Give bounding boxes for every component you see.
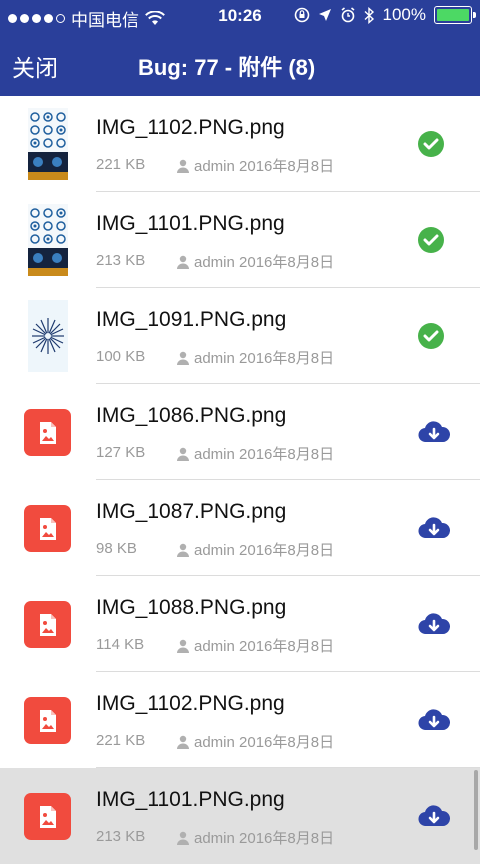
uploader-date: admin 2016年8月8日 [194, 350, 335, 367]
file-meta: admin 2016年8月8日 [176, 539, 334, 560]
uploader-date: admin 2016年8月8日 [194, 638, 335, 655]
file-name: IMG_1087.PNG.png [96, 500, 287, 523]
file-meta: admin 2016年8月8日 [176, 251, 334, 272]
file-size: 221 KB [96, 732, 146, 749]
file-size: 221 KB [96, 156, 146, 173]
uploader-date: admin 2016年8月8日 [194, 830, 335, 847]
uploader-date: admin 2016年8月8日 [194, 542, 335, 559]
battery-icon [434, 6, 476, 24]
cloud-download-icon[interactable] [418, 417, 450, 447]
attachment-row[interactable]: IMG_1102.PNG.png 221 KB admin 2016年8月8日 [0, 672, 480, 768]
page-title: Bug: 77 - 附件 (8) [138, 55, 316, 80]
scrollbar[interactable] [474, 770, 478, 850]
image-file-icon [24, 697, 71, 744]
cloud-download-icon[interactable] [418, 513, 450, 543]
image-file-icon [24, 793, 71, 840]
file-name: IMG_1086.PNG.png [96, 404, 287, 427]
user-icon [177, 351, 189, 365]
file-name: IMG_1102.PNG.png [96, 692, 285, 715]
attachment-row[interactable]: IMG_1087.PNG.png 98 KB admin 2016年8月8日 [0, 480, 480, 576]
cloud-download-icon[interactable] [418, 705, 450, 735]
user-icon [177, 255, 189, 269]
uploader-date: admin 2016年8月8日 [194, 734, 335, 751]
orientation-lock-icon [294, 7, 309, 23]
file-meta: admin 2016年8月8日 [176, 635, 334, 656]
cloud-download-icon[interactable] [418, 609, 450, 639]
attachment-row[interactable]: IMG_1101.PNG.png 213 KB admin 2016年8月8日 [0, 768, 480, 864]
image-thumbnail [28, 300, 68, 372]
file-meta: admin 2016年8月8日 [176, 347, 334, 368]
user-icon [177, 831, 189, 845]
file-size: 100 KB [96, 348, 146, 365]
app-header: 中国电信 10:26 100% 关闭 Bug: 77 - 附件 (8) [0, 0, 480, 96]
uploader-date: admin 2016年8月8日 [194, 158, 335, 175]
file-size: 127 KB [96, 444, 146, 461]
attachment-list: IMG_1102.PNG.png 221 KB admin 2016年8月8日 [0, 96, 480, 864]
file-size: 213 KB [96, 252, 146, 269]
downloaded-check-icon [418, 227, 444, 253]
user-icon [177, 159, 189, 173]
user-icon [177, 639, 189, 653]
file-name: IMG_1101.PNG.png [96, 212, 285, 235]
status-right: 100% [294, 5, 476, 25]
image-thumbnail [28, 204, 68, 276]
file-meta: admin 2016年8月8日 [176, 443, 334, 464]
image-thumbnail [28, 108, 68, 180]
attachment-row[interactable]: IMG_1091.PNG.png 100 KB admin 2016年8月8日 [0, 288, 480, 384]
file-name: IMG_1101.PNG.png [96, 788, 285, 811]
bluetooth-icon [364, 6, 374, 24]
file-name: IMG_1091.PNG.png [96, 308, 287, 331]
alarm-icon [341, 7, 355, 23]
file-meta: admin 2016年8月8日 [176, 827, 334, 848]
status-bar: 中国电信 10:26 100% [0, 0, 480, 32]
attachment-row[interactable]: IMG_1088.PNG.png 114 KB admin 2016年8月8日 [0, 576, 480, 672]
navigation-bar: 关闭 Bug: 77 - 附件 (8) [0, 32, 480, 96]
file-name: IMG_1102.PNG.png [96, 116, 285, 139]
file-meta: admin 2016年8月8日 [176, 731, 334, 752]
cloud-download-icon[interactable] [418, 801, 450, 831]
uploader-date: admin 2016年8月8日 [194, 254, 335, 271]
image-file-icon [24, 505, 71, 552]
attachment-row[interactable]: IMG_1086.PNG.png 127 KB admin 2016年8月8日 [0, 384, 480, 480]
battery-percent: 100% [382, 5, 426, 24]
user-icon [177, 735, 189, 749]
close-button[interactable]: 关闭 [12, 49, 58, 83]
file-name: IMG_1088.PNG.png [96, 596, 287, 619]
image-file-icon [24, 601, 71, 648]
image-file-icon [24, 409, 71, 456]
file-meta: admin 2016年8月8日 [176, 155, 334, 176]
user-icon [177, 543, 189, 557]
downloaded-check-icon [418, 323, 444, 349]
attachment-row[interactable]: IMG_1101.PNG.png 213 KB admin 2016年8月8日 [0, 192, 480, 288]
attachment-row[interactable]: IMG_1102.PNG.png 221 KB admin 2016年8月8日 [0, 96, 480, 192]
file-size: 114 KB [96, 636, 145, 653]
uploader-date: admin 2016年8月8日 [194, 446, 335, 463]
downloaded-check-icon [418, 131, 444, 157]
user-icon [177, 447, 189, 461]
file-size: 213 KB [96, 828, 146, 845]
location-icon [318, 9, 331, 21]
file-size: 98 KB [96, 540, 137, 557]
